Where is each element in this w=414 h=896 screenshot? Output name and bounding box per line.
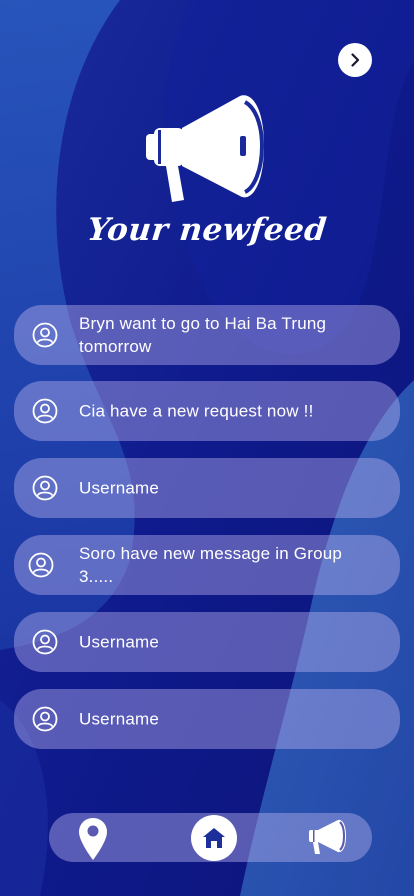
- nav-home-button[interactable]: [191, 815, 237, 861]
- nav-news-button[interactable]: [305, 817, 349, 857]
- feed-item-text: Bryn want to go to Hai Ba Trung tomorrow: [79, 314, 327, 356]
- user-circle-icon: [32, 706, 58, 732]
- next-button[interactable]: [338, 43, 372, 77]
- feed-item[interactable]: Bryn want to go to Hai Ba Trung tomorrow: [14, 305, 400, 365]
- feed-item[interactable]: Username: [14, 458, 400, 518]
- nav-location-button[interactable]: [75, 815, 111, 863]
- home-icon: [203, 828, 225, 848]
- user-circle-icon: [28, 552, 54, 578]
- user-circle-icon: [32, 322, 58, 348]
- feed-item[interactable]: Cia have a new request now !!: [14, 381, 400, 441]
- megaphone-icon: [309, 819, 346, 854]
- chevron-right-icon: [351, 53, 360, 67]
- user-circle-icon: [32, 398, 58, 424]
- page-title: Your newfeed: [85, 212, 329, 248]
- feed-item-text: Username: [79, 478, 160, 498]
- feed-item-text: Cia have a new request now !!: [79, 401, 314, 421]
- user-circle-icon: [32, 475, 58, 501]
- map-pin-icon: [79, 818, 107, 860]
- megaphone-icon: [144, 90, 270, 206]
- user-circle-icon: [32, 629, 58, 655]
- feed-item-text: Soro have new message in Group 3.....: [79, 544, 343, 586]
- feed-item[interactable]: Username: [14, 689, 400, 749]
- bottom-nav: [49, 813, 372, 862]
- feed-item[interactable]: Soro have new message in Group 3.....: [14, 535, 400, 595]
- feed-item-text: Username: [79, 709, 160, 729]
- feed-item[interactable]: Username: [14, 612, 400, 672]
- feed-item-text: Username: [79, 632, 160, 652]
